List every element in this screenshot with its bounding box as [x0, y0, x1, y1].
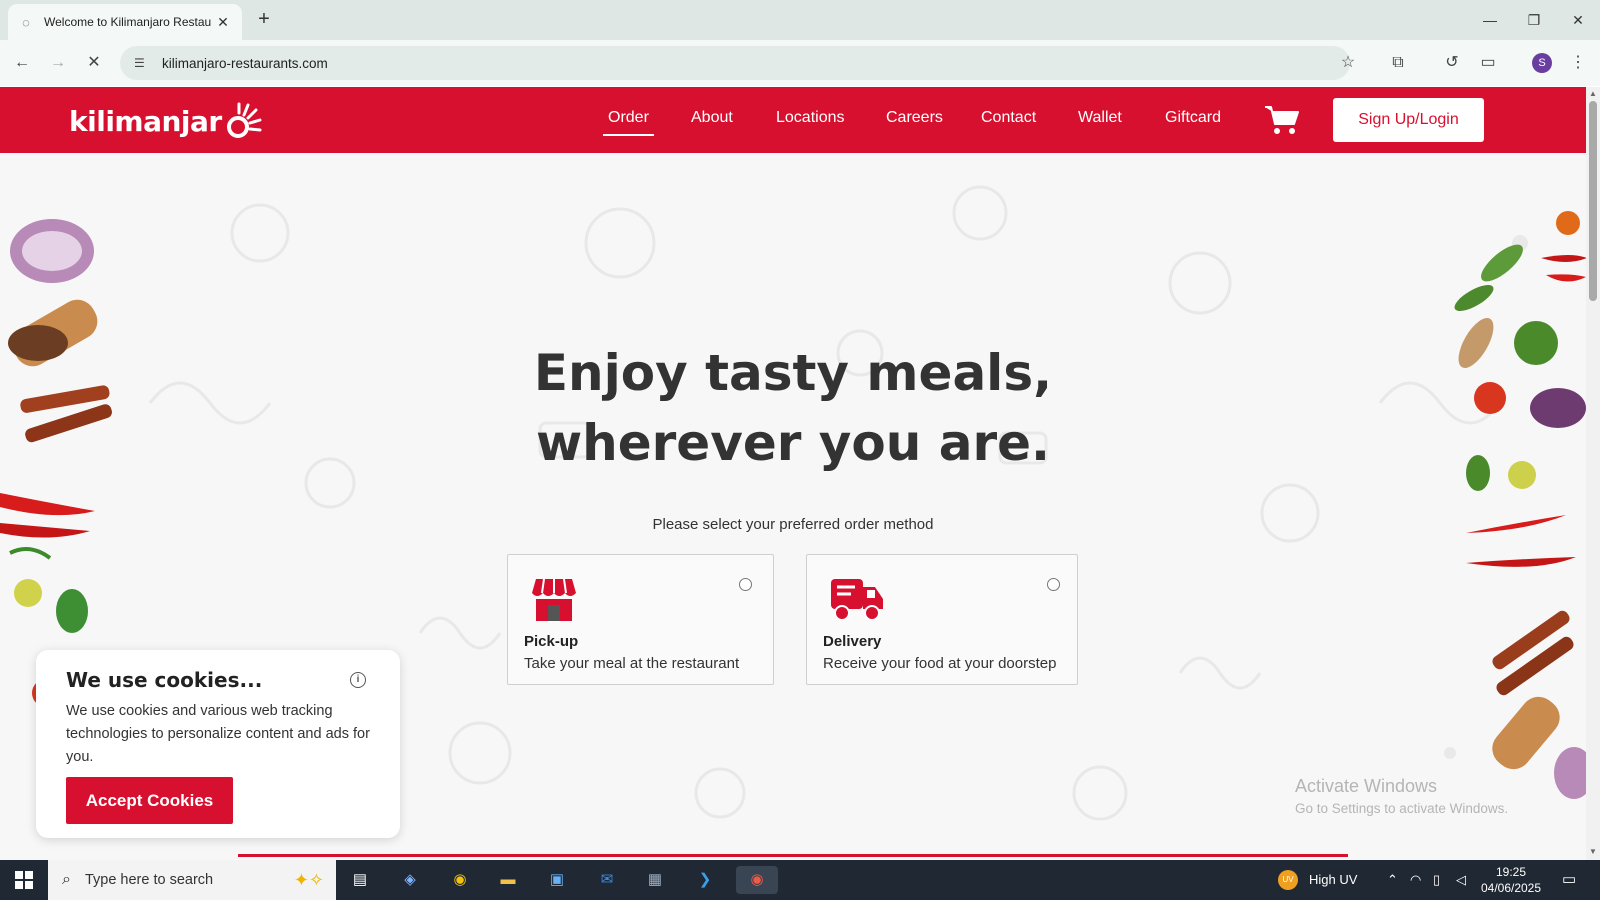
- battery-icon[interactable]: ▯: [1433, 860, 1440, 900]
- store-icon: [532, 578, 576, 621]
- sun-logo-icon: [226, 102, 262, 138]
- delivery-radio[interactable]: [1047, 578, 1060, 591]
- weather-uv-icon[interactable]: UV: [1278, 870, 1298, 890]
- footer-accent-line: [238, 854, 1348, 857]
- notifications-icon[interactable]: ▭: [1562, 860, 1576, 900]
- cookie-text: We use cookies and various web tracking …: [66, 703, 370, 765]
- nav-wallet[interactable]: Wallet: [1078, 109, 1122, 127]
- close-tab-icon[interactable]: ✕: [214, 14, 232, 31]
- loading-icon: ◌: [22, 14, 30, 30]
- delivery-description: Receive your food at your doorstep: [823, 655, 1057, 672]
- delivery-option-card[interactable]: Delivery Receive your food at your doors…: [806, 554, 1078, 685]
- clock-date: 04/06/2025: [1480, 881, 1542, 895]
- accept-cookies-button[interactable]: Accept Cookies: [66, 777, 233, 824]
- stop-loading-icon[interactable]: ✕: [82, 51, 106, 75]
- watermark-title: Activate Windows: [1295, 776, 1438, 796]
- sparkle-icon: ✦✧: [293, 869, 324, 890]
- taskbar-search-box[interactable]: ⌕ Type here to search ✦✧: [48, 860, 336, 900]
- close-window-button[interactable]: ✕: [1558, 6, 1598, 34]
- minimize-button[interactable]: —: [1470, 6, 1510, 34]
- info-icon[interactable]: i: [350, 672, 366, 688]
- back-icon[interactable]: ←: [10, 51, 34, 75]
- vscode-icon[interactable]: ❯: [691, 866, 719, 894]
- cookie-banner: We use cookies... i We use cookies and v…: [36, 650, 400, 838]
- nav-about[interactable]: About: [691, 109, 733, 127]
- pickup-description: Take your meal at the restaurant: [524, 655, 740, 672]
- signup-login-button[interactable]: Sign Up/Login: [1333, 98, 1484, 142]
- calculator-icon[interactable]: ▦: [641, 866, 669, 894]
- mail-icon[interactable]: ✉: [593, 866, 621, 894]
- shopping-cart-icon[interactable]: [1264, 104, 1300, 136]
- clock-time: 19:25: [1495, 865, 1527, 879]
- pickup-title: Pick-up: [524, 633, 579, 650]
- windows-start-button[interactable]: [0, 860, 48, 900]
- extensions-icon[interactable]: ⧉: [1386, 51, 1410, 75]
- windows-taskbar: ⌕ Type here to search ✦✧ ▤ ◈ ◉ ▬ ▣ ✉ ▦ ❯…: [0, 860, 1600, 900]
- watermark-subtitle: Go to Settings to activate Windows.: [1295, 801, 1509, 816]
- nav-contact[interactable]: Contact: [981, 109, 1036, 127]
- taskbar-search-placeholder: Type here to search: [84, 872, 214, 888]
- restore-button[interactable]: ❐: [1514, 6, 1554, 34]
- kilimanjaro-logo[interactable]: kilimanjar: [69, 101, 262, 141]
- forward-icon[interactable]: →: [46, 51, 70, 75]
- chrome-icon[interactable]: ◉: [446, 866, 474, 894]
- page-scrollbar[interactable]: ▲ ▼: [1586, 87, 1600, 860]
- browser-toolbar: ← → ✕ ☰ kilimanjaro-restaurants.com ☆ ⧉ …: [0, 40, 1600, 86]
- copilot-icon[interactable]: ◈: [396, 866, 424, 894]
- pickup-option-card[interactable]: Pick-up Take your meal at the restaurant: [507, 554, 774, 685]
- tab-title: Welcome to Kilimanjaro Restau: [44, 15, 212, 29]
- nav-order[interactable]: Order: [603, 109, 654, 136]
- site-info-icon[interactable]: ☰: [134, 56, 150, 70]
- browser-tab[interactable]: ◌ Welcome to Kilimanjaro Restau ✕: [8, 4, 242, 40]
- browser-tab-strip: ◌ Welcome to Kilimanjaro Restau ✕ + — ❐ …: [0, 0, 1600, 40]
- windows-logo-icon: [15, 871, 33, 889]
- file-explorer-icon[interactable]: ▬: [494, 866, 522, 894]
- store-app-icon[interactable]: ▣: [543, 866, 571, 894]
- nav-locations[interactable]: Locations: [776, 109, 845, 127]
- show-hidden-icons-icon[interactable]: ⌃: [1387, 860, 1398, 900]
- url-text: kilimanjaro-restaurants.com: [162, 55, 328, 71]
- scrollbar-thumb[interactable]: [1589, 101, 1597, 301]
- scroll-up-icon[interactable]: ▲: [1586, 89, 1600, 98]
- new-tab-button[interactable]: +: [252, 8, 276, 32]
- hero-line-2: wherever you are.: [535, 414, 1051, 472]
- tab-search-icon[interactable]: ▭: [1476, 51, 1500, 75]
- delivery-truck-icon: [831, 579, 883, 621]
- hero-line-1: Enjoy tasty meals,: [533, 344, 1053, 402]
- search-icon: ⌕: [62, 871, 71, 888]
- scroll-down-icon[interactable]: ▼: [1586, 847, 1600, 856]
- nav-giftcard[interactable]: Giftcard: [1165, 109, 1221, 127]
- site-header: kilimanjar Order About Locations Careers…: [0, 87, 1586, 153]
- hero-heading: Enjoy tasty meals, wherever you are.: [0, 338, 1586, 478]
- history-icon[interactable]: ↺: [1440, 51, 1464, 75]
- profile-avatar[interactable]: S: [1532, 53, 1552, 73]
- volume-icon[interactable]: ◁: [1456, 860, 1466, 900]
- network-icon[interactable]: ◠: [1410, 860, 1421, 900]
- menu-dots-icon[interactable]: ⋮: [1566, 51, 1590, 75]
- weather-text[interactable]: High UV: [1309, 860, 1357, 900]
- cookie-title: We use cookies...: [66, 668, 263, 692]
- order-method-prompt: Please select your preferred order metho…: [652, 516, 934, 533]
- address-bar[interactable]: ☰ kilimanjaro-restaurants.com: [120, 46, 1350, 80]
- delivery-title: Delivery: [823, 633, 882, 650]
- task-view-icon[interactable]: ▤: [346, 866, 374, 894]
- activate-windows-watermark: Activate Windows Go to Settings to activ…: [1295, 776, 1508, 816]
- nav-careers[interactable]: Careers: [886, 109, 943, 127]
- bookmark-star-icon[interactable]: ☆: [1336, 51, 1360, 75]
- chrome-active-window-icon[interactable]: ◉: [736, 866, 778, 894]
- pickup-radio[interactable]: [739, 578, 752, 591]
- system-clock[interactable]: 19:25 04/06/2025: [1476, 864, 1546, 896]
